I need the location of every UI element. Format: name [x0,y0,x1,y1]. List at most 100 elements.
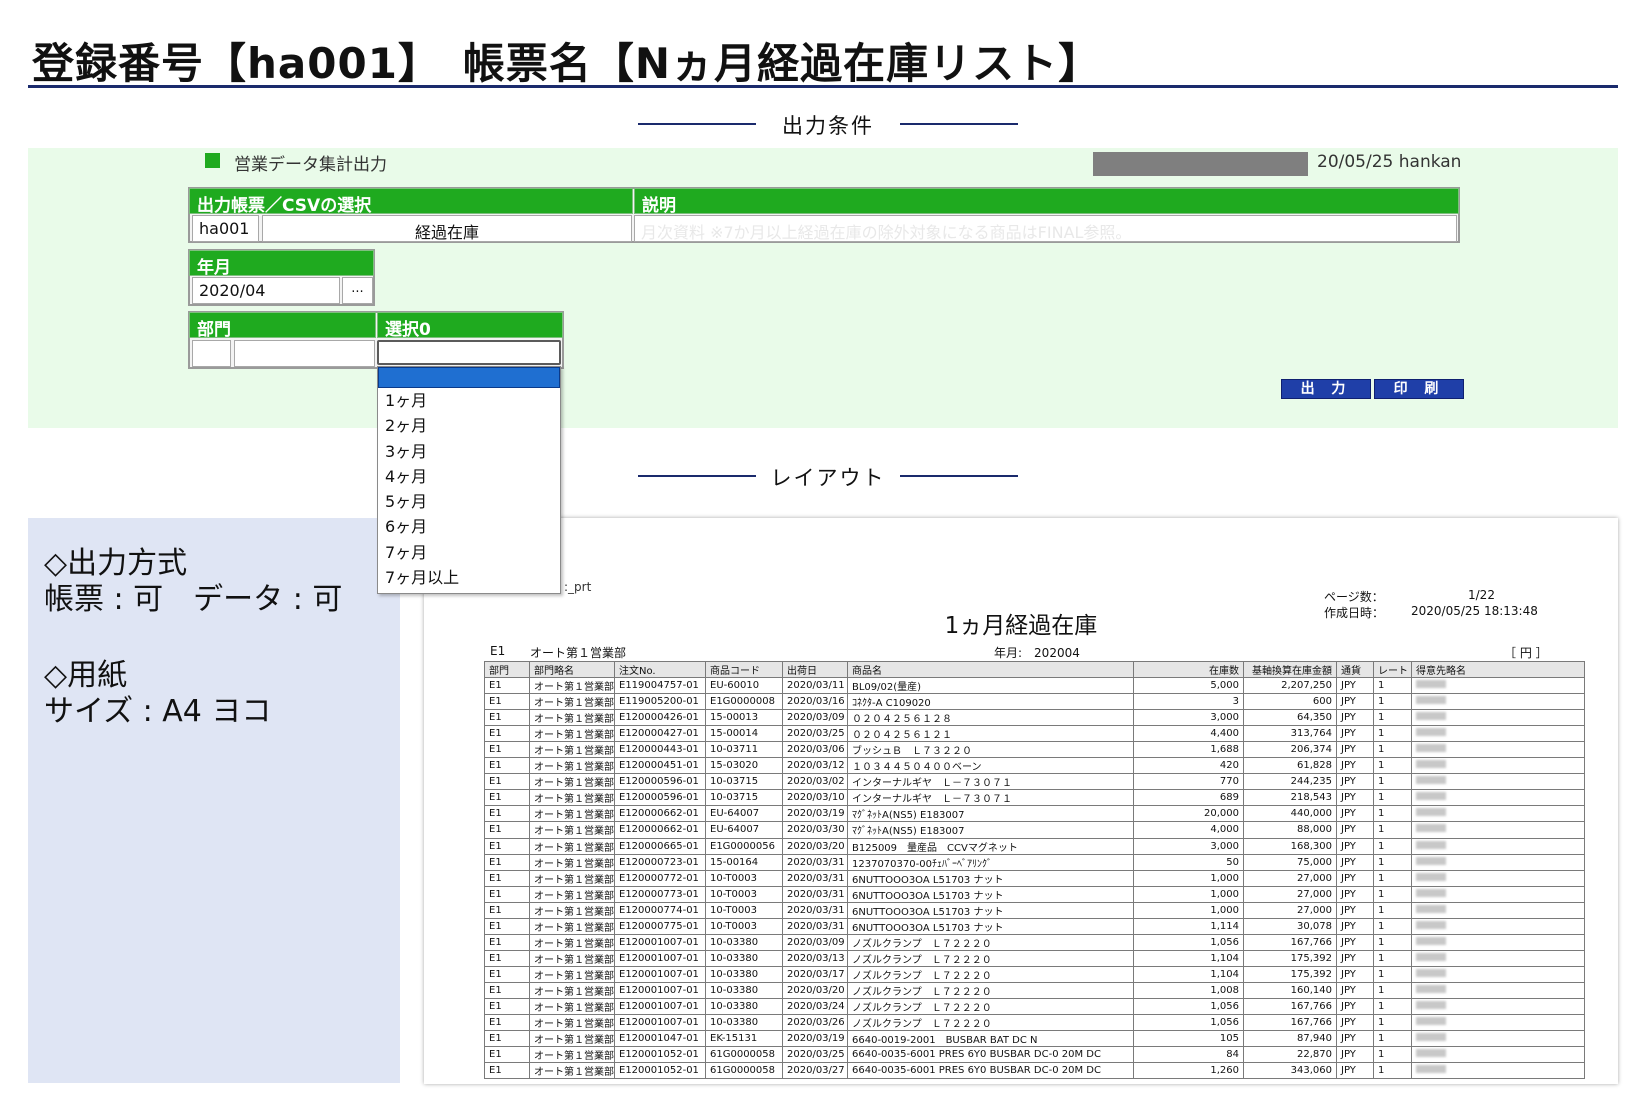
table-cell: 420 [1133,757,1244,775]
table-cell: 2020/03/26 [782,1014,848,1032]
yearmonth-input[interactable]: 2020/04 [192,277,340,304]
column-header: 通貨 [1336,660,1374,679]
column-header: 在庫数 [1133,660,1244,679]
table-cell: 167,766 [1243,1014,1337,1032]
table-cell: 2020/03/25 [782,1046,848,1064]
customer-cell-redacted [1411,837,1585,855]
title-underline [28,85,1618,88]
table-cell: 2020/03/02 [782,773,848,791]
table-cell: 2020/03/10 [782,789,848,807]
table-cell: ノズルクランプ Ｌ７２２２０ [847,997,1134,1016]
redacted-bar [1093,152,1308,176]
table-cell: JPY [1336,885,1374,903]
table-cell: E1 [484,709,530,727]
table-cell: 2020/03/12 [782,757,848,775]
dropdown-option[interactable]: 3ヶ月 [378,439,560,464]
table-cell: JPY [1336,1046,1374,1064]
dept-header: 部門 [189,312,376,340]
dept-code-input[interactable] [192,340,231,367]
customer-cell-redacted [1411,885,1585,903]
customer-cell-redacted [1411,725,1585,743]
table-cell: 6640-0035-6001 PRES 6Y0 BUSBAR DC-0 20M … [847,1046,1134,1064]
table-cell: 6640-0019-2001 BUSBAR BAT DC N [847,1030,1134,1048]
customer-cell-redacted [1411,981,1585,999]
table-row: E1 オート第１営業部 E120000443-01 10-03711 2020/03/0… [484,741,1585,759]
print-button[interactable]: 印 刷 [1374,379,1464,399]
table-cell: オート第１営業部 [529,757,615,775]
redacted-text [1416,824,1446,833]
table-cell: 6NUTTOOO3OA L51703 ナット [847,917,1134,935]
table-cell: 2020/03/31 [782,901,848,919]
customer-cell-redacted [1411,1046,1585,1064]
table-cell: E120001047-01 [614,1030,706,1048]
table-cell: 1 [1373,789,1412,807]
table-cell: JPY [1336,837,1374,855]
table-cell: ０２０４２５６１２１ [847,725,1134,743]
dropdown-option[interactable]: 7ヶ月 [378,540,560,565]
redacted-text [1416,888,1446,897]
dropdown-option[interactable]: 2ヶ月 [378,413,560,438]
table-row: E1 オート第１営業部 E120000426-01 15-00013 2020/03/0… [484,709,1585,727]
report-name-cell[interactable]: 経過在庫 [262,215,632,242]
table-cell: 88,000 [1243,821,1337,839]
redacted-text [1416,808,1446,817]
layout-section-header: レイアウト [638,460,1018,490]
yearmonth-picker-button[interactable]: ... [342,277,373,304]
customer-cell-redacted [1411,677,1585,695]
table-cell: JPY [1336,981,1374,999]
table-cell: ブッシュＢ Ｌ７３２２０ [847,741,1134,759]
table-cell: E1 [484,933,530,951]
period-dropdown-list[interactable]: 1ヶ月 2ヶ月 3ヶ月 4ヶ月 5ヶ月 6ヶ月 7ヶ月 7ヶ月以上 [377,366,561,594]
table-cell: E120000774-01 [614,901,706,919]
redacted-text [1416,1033,1446,1042]
table-cell: 2020/03/16 [782,693,848,711]
report-code-cell[interactable]: ha001 [192,215,259,242]
table-cell: 6NUTTOOO3OA L51703 ナット [847,901,1134,919]
report-prt-label: :_prt [564,580,592,594]
customer-cell-redacted [1411,965,1585,983]
table-cell: 5,000 [1133,677,1244,695]
column-header: レート [1373,660,1412,679]
redacted-text [1416,936,1446,945]
output-button[interactable]: 出 力 [1281,379,1371,399]
table-row: E1 オート第１営業部 E120000775-01 10-T0003 2020/03/3… [484,917,1585,935]
table-row: E1 オート第１営業部 E120001007-01 10-03380 2020/03/2… [484,1014,1585,1032]
table-cell: 2020/03/09 [782,933,848,951]
dropdown-option[interactable]: 5ヶ月 [378,489,560,514]
table-cell: E120000723-01 [614,853,706,871]
description-cell: 月次資料 ※7か月以上経過在庫の除外対象になる商品はFINAL参照。 [634,215,1457,242]
table-cell: E1 [484,773,530,791]
table-cell: 1 [1373,837,1412,855]
table-cell: 61,828 [1243,757,1337,775]
table-cell: E1 [484,981,530,999]
table-cell: E120000596-01 [614,773,706,791]
table-cell: JPY [1336,965,1374,983]
dropdown-option[interactable]: 1ヶ月 [378,388,560,413]
customer-cell-redacted [1411,709,1585,727]
table-cell: 2020/03/19 [782,805,848,823]
table-cell: 1 [1373,869,1412,887]
table-cell: オート第１営業部 [529,917,615,935]
table-cell: 175,392 [1243,949,1337,967]
page: 登録番号【ha001】 帳票名【Nヵ月経過在庫リスト】 出力条件 営業データ集計… [0,0,1642,1093]
table-cell: 10-03380 [705,1014,783,1032]
period-select[interactable] [377,340,561,365]
table-cell: 6NUTTOOO3OA L51703 ナット [847,869,1134,887]
redacted-text [1416,856,1446,865]
table-cell: オート第１営業部 [529,1014,615,1032]
table-cell: ﾏｸﾞﾈｯﾄA(NS5) E183007 [847,821,1134,839]
table-cell: 10-03711 [705,741,783,759]
table-row: E1 オート第１営業部 E120001007-01 10-03380 2020/03/2… [484,997,1585,1016]
yearmonth-header: 年月 [189,250,374,278]
table-cell: E1 [484,997,530,1016]
dropdown-option[interactable]: 4ヶ月 [378,464,560,489]
dropdown-option[interactable]: 7ヶ月以上 [378,565,560,590]
table-row: E1 オート第１営業部 E120001007-01 10-03380 2020/03/0… [484,933,1585,951]
table-cell: 10-03380 [705,997,783,1016]
page-count-label: ページ数： [1324,590,1384,604]
dropdown-option[interactable]: 6ヶ月 [378,514,560,539]
dropdown-option-blank-selected[interactable] [378,367,560,388]
table-cell: 2020/03/31 [782,853,848,871]
customer-cell-redacted [1411,821,1585,839]
table-cell: E1 [484,949,530,967]
